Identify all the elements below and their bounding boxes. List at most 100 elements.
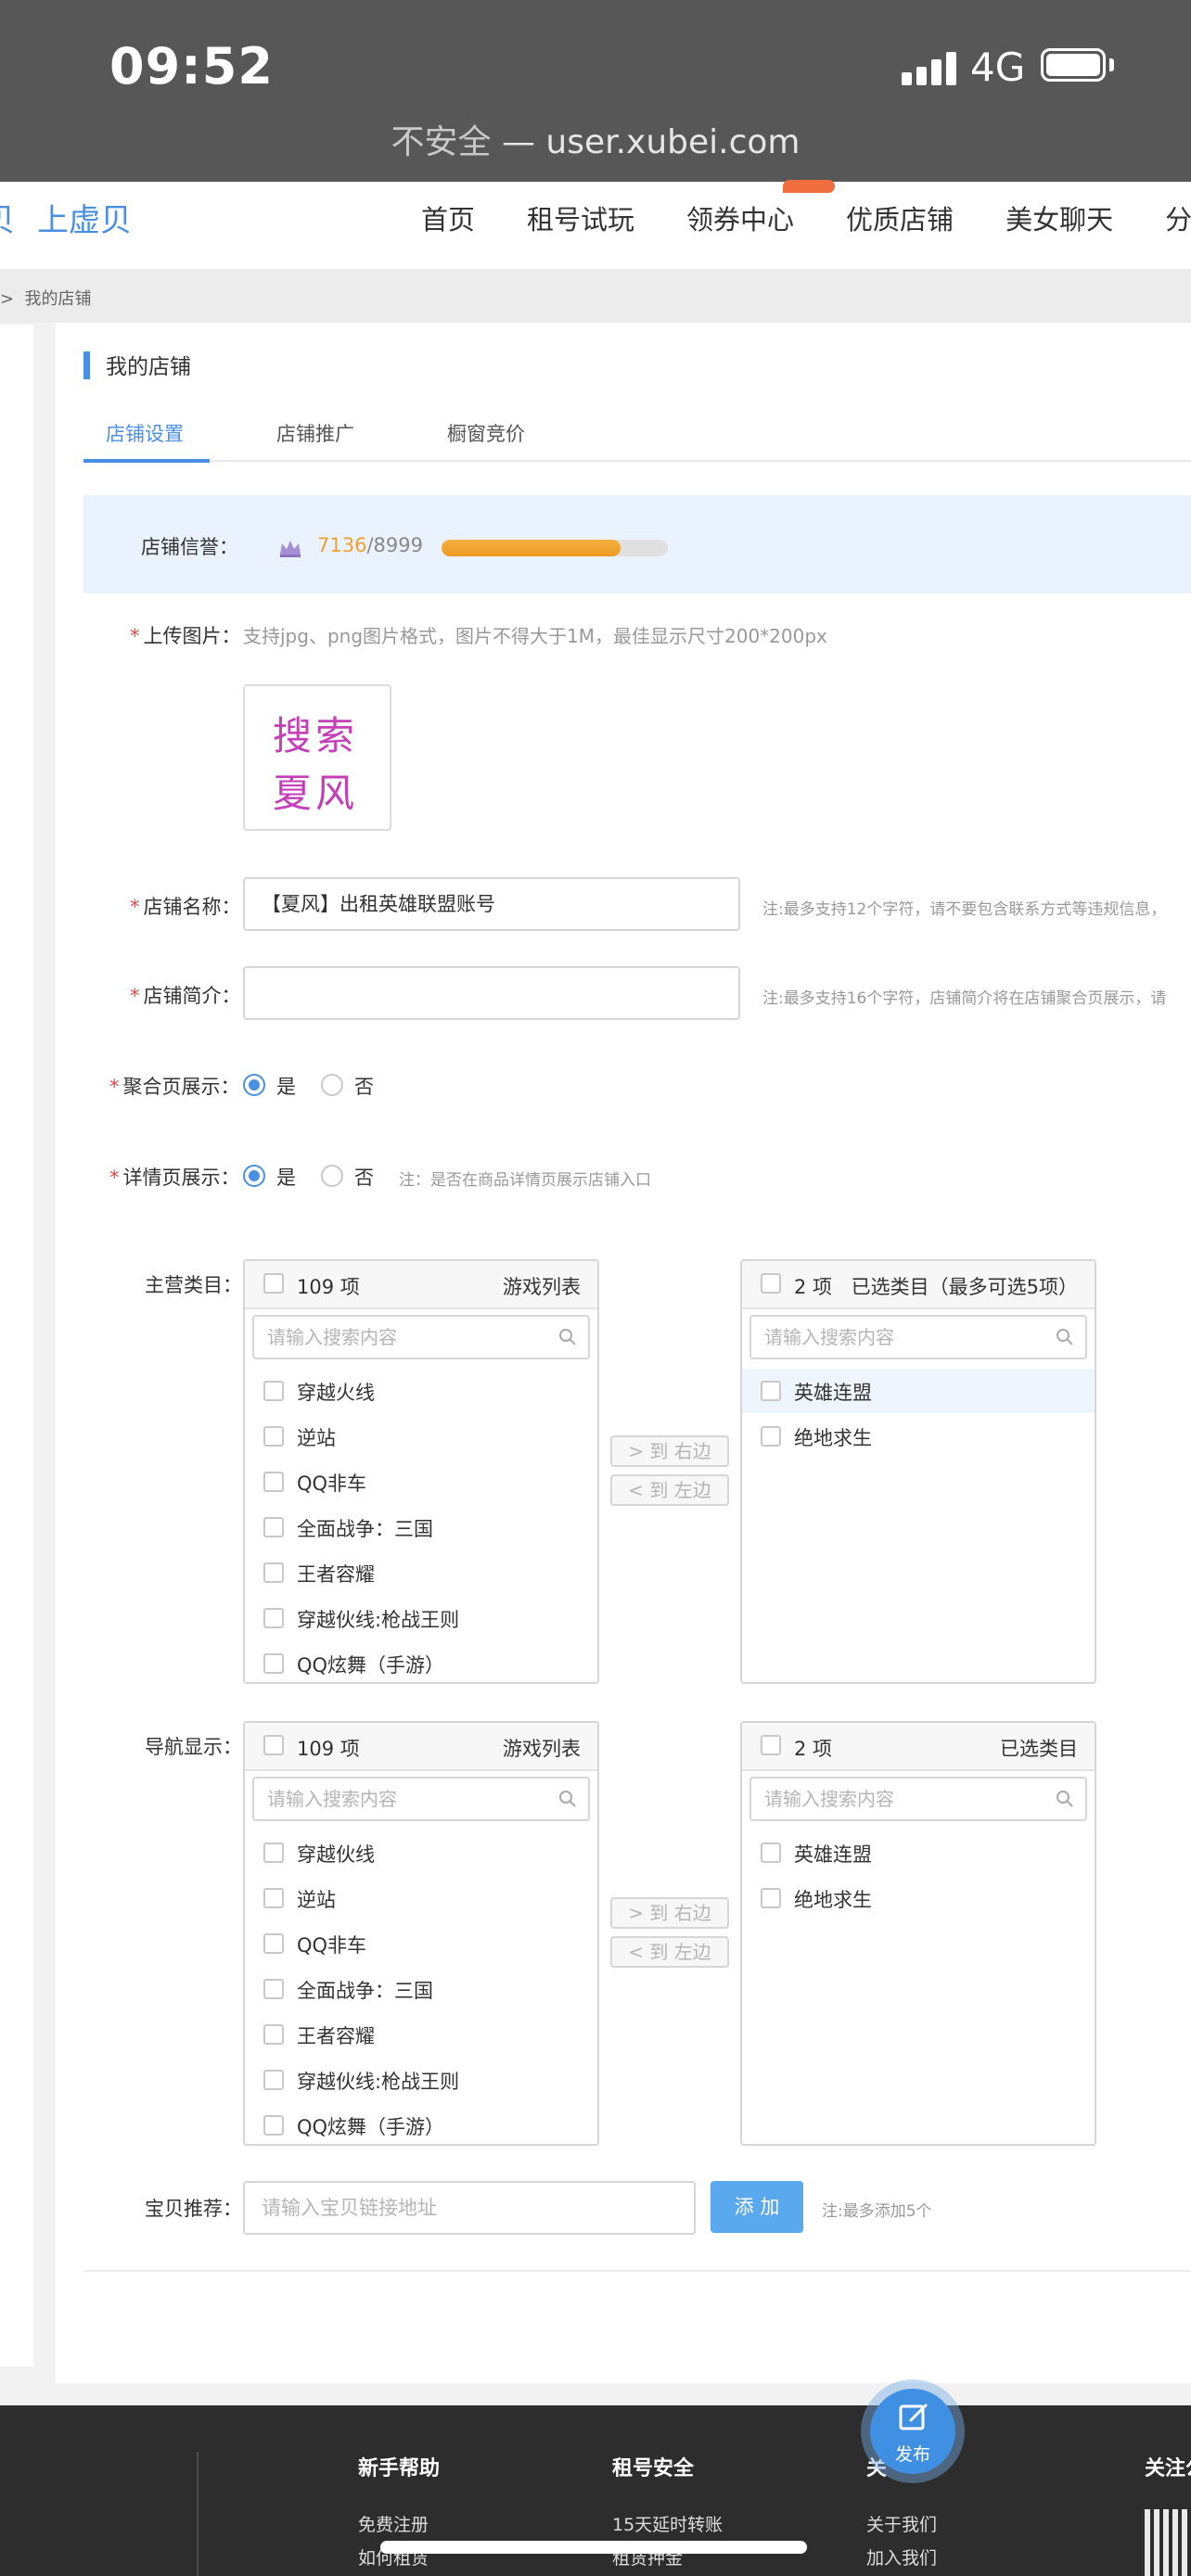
move-to-right-button[interactable]: > 到 右边 — [610, 1435, 729, 1467]
item-label: 全面战争：三国 — [297, 1518, 433, 1540]
item-checkbox[interactable] — [263, 1843, 284, 1863]
source-title: 游戏列表 — [503, 1276, 581, 1298]
list-item[interactable]: QQ炫舞（手游） — [245, 1641, 597, 1682]
select-all-checkbox[interactable] — [761, 1273, 781, 1294]
nav-trial[interactable]: 租号试玩 — [527, 198, 634, 237]
nav-display-label: 导航显示： — [145, 1736, 242, 1758]
tab-shop-promotion[interactable]: 店铺推广 — [276, 419, 354, 447]
detail-no-label[interactable]: 否 — [354, 1163, 374, 1191]
footer-link-register[interactable]: 免费注册 — [358, 2511, 429, 2536]
list-item[interactable]: 全面战争：三国 — [245, 1967, 597, 2011]
publish-button[interactable]: 发布 — [870, 2389, 955, 2474]
source-search-input[interactable]: 请输入搜索内容 — [252, 1315, 590, 1359]
address-bar[interactable]: 不安全 — user.xubei.com — [0, 115, 1191, 163]
item-label: 穿越伙线:枪战王则 — [297, 2071, 460, 2093]
list-item[interactable]: 王者容耀 — [245, 1550, 597, 1595]
item-label: 全面战争：三国 — [297, 1980, 433, 2002]
aggregate-no-label[interactable]: 否 — [354, 1072, 374, 1100]
footer-link-join-us[interactable]: 加入我们 — [866, 2544, 937, 2570]
tab-window-bidding[interactable]: 橱窗竞价 — [447, 419, 525, 447]
item-label: QQ炫舞（手游） — [297, 2116, 445, 2138]
required-mark: * — [109, 1076, 120, 1098]
item-checkbox[interactable] — [263, 1933, 284, 1954]
shop-logo-preview[interactable]: 搜索 夏风 — [243, 684, 391, 831]
list-item[interactable]: 逆站 — [245, 1414, 597, 1459]
aggregate-yes-radio[interactable] — [243, 1074, 265, 1096]
item-checkbox[interactable] — [263, 2115, 284, 2136]
item-checkbox[interactable] — [761, 1843, 781, 1863]
search-icon — [559, 1329, 576, 1345]
footer-link-about-us[interactable]: 关于我们 — [866, 2511, 937, 2536]
list-item[interactable]: QQ炫舞（手游） — [245, 2103, 597, 2144]
item-label: 穿越火线 — [297, 1382, 375, 1404]
url-domain: user.xubei.com — [545, 123, 800, 161]
list-item[interactable]: 穿越伙线 — [245, 1830, 597, 1875]
target-search-input[interactable]: 请输入搜索内容 — [749, 1315, 1087, 1359]
recommend-link-input[interactable]: 请输入宝贝链接地址 — [243, 2181, 696, 2235]
target-search-input[interactable]: 请输入搜索内容 — [749, 1777, 1087, 1821]
nav-branch[interactable]: 分站 — [1165, 198, 1191, 237]
source-title: 游戏列表 — [503, 1738, 581, 1760]
item-checkbox[interactable] — [263, 1517, 284, 1537]
aggregate-yes-label[interactable]: 是 — [276, 1072, 296, 1100]
footer-link-delayed-transfer[interactable]: 15天延时转账 — [612, 2511, 723, 2536]
tab-shop-settings[interactable]: 店铺设置 — [106, 419, 184, 447]
source-search-placeholder: 请输入搜索内容 — [267, 1326, 397, 1348]
list-item[interactable]: QQ非车 — [245, 1460, 597, 1504]
item-checkbox[interactable] — [263, 1979, 284, 1999]
item-checkbox[interactable] — [263, 1653, 284, 1674]
item-checkbox[interactable] — [263, 2024, 284, 2045]
select-all-checkbox[interactable] — [263, 1273, 284, 1294]
nav-home[interactable]: 首页 — [421, 198, 475, 237]
list-item[interactable]: 绝地求生 — [742, 1414, 1095, 1459]
detail-no-radio[interactable] — [321, 1165, 343, 1187]
list-item[interactable]: 逆站 — [245, 1876, 597, 1920]
list-item[interactable]: 英雄连盟 — [742, 1830, 1095, 1875]
item-label: 逆站 — [297, 1427, 336, 1449]
list-item[interactable]: 王者容耀 — [245, 2012, 597, 2057]
list-item[interactable]: 穿越火线 — [245, 1369, 597, 1413]
select-all-checkbox[interactable] — [761, 1735, 781, 1755]
list-item[interactable]: 绝地求生 — [742, 1876, 1095, 1920]
detail-yes-label[interactable]: 是 — [276, 1163, 296, 1191]
footer-divider — [197, 2452, 198, 2576]
item-checkbox[interactable] — [263, 1608, 284, 1628]
logo-partial-text: 贝 — [0, 195, 15, 240]
aggregate-display-label: * 聚合页展示： — [109, 1072, 240, 1100]
move-to-left-button[interactable]: < 到 左边 — [610, 1936, 729, 1968]
list-item[interactable]: 穿越伙线:枪战王则 — [245, 2058, 597, 2102]
item-label: 逆站 — [297, 1889, 336, 1911]
network-type: 4G — [970, 45, 1026, 90]
credit-label: 店铺信誉： — [141, 536, 238, 558]
select-all-checkbox[interactable] — [263, 1735, 284, 1755]
nav-chat[interactable]: 美女聊天 — [1005, 198, 1113, 237]
target-count: 2 项 — [794, 1738, 833, 1760]
nav-quality-shops[interactable]: 优质店铺 — [846, 198, 954, 237]
item-checkbox[interactable] — [761, 1888, 781, 1908]
item-checkbox[interactable] — [263, 2070, 284, 2090]
item-checkbox[interactable] — [761, 1426, 781, 1447]
source-list-header: 109 项 游戏列表 — [245, 1723, 597, 1771]
shop-intro-input[interactable] — [243, 966, 740, 1020]
item-checkbox[interactable] — [263, 1562, 284, 1583]
list-item[interactable]: QQ非车 — [245, 1921, 597, 1966]
required-mark: * — [109, 1167, 120, 1189]
list-item[interactable]: 全面战争：三国 — [245, 1505, 597, 1549]
item-checkbox[interactable] — [263, 1426, 284, 1447]
move-to-left-button[interactable]: < 到 左边 — [610, 1474, 729, 1506]
item-checkbox[interactable] — [263, 1381, 284, 1401]
item-checkbox[interactable] — [263, 1472, 284, 1492]
item-checkbox[interactable] — [761, 1381, 781, 1401]
list-item[interactable]: 穿越伙线:枪战王则 — [245, 1596, 597, 1640]
nav-coupons[interactable]: 领券中心 — [686, 180, 836, 237]
source-count: 109 项 — [297, 1738, 360, 1760]
item-checkbox[interactable] — [263, 1888, 284, 1908]
aggregate-no-radio[interactable] — [321, 1074, 343, 1096]
source-search-input[interactable]: 请输入搜索内容 — [252, 1777, 590, 1821]
add-recommend-button[interactable]: 添 加 — [711, 2181, 803, 2233]
source-search-placeholder: 请输入搜索内容 — [267, 1788, 397, 1810]
list-item[interactable]: 英雄连盟 — [742, 1369, 1095, 1413]
shop-name-input[interactable]: 【夏风】出租英雄联盟账号 — [243, 877, 740, 931]
move-to-right-button[interactable]: > 到 右边 — [610, 1897, 729, 1929]
detail-yes-radio[interactable] — [243, 1165, 265, 1187]
